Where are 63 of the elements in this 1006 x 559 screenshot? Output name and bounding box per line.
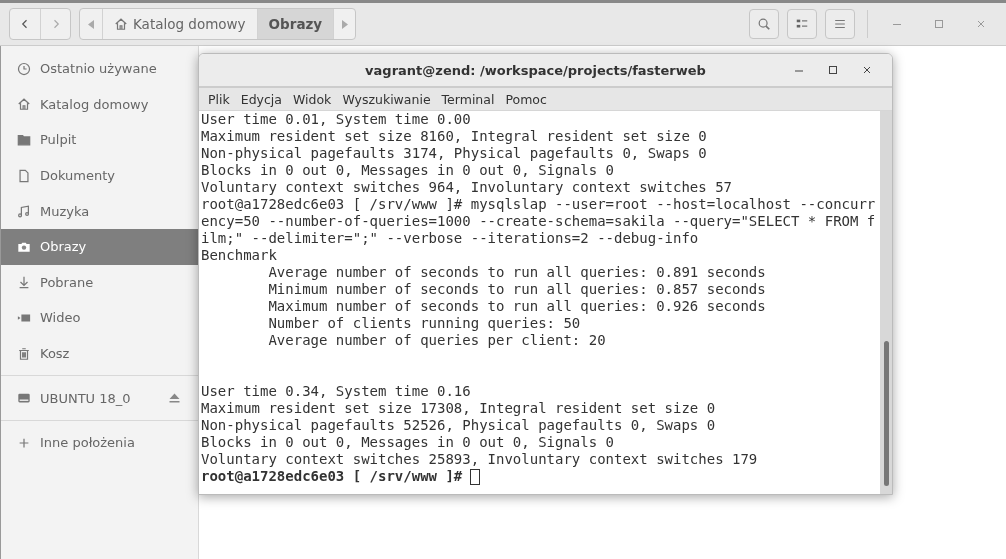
home-icon: [17, 97, 31, 112]
list-view-icon: [795, 17, 809, 31]
triangle-left-icon: [88, 19, 94, 29]
sidebar-item[interactable]: Inne położenia: [1, 424, 198, 461]
sidebar-item[interactable]: UBUNTU 18_0: [1, 380, 198, 416]
sidebar-item[interactable]: Obrazy: [1, 228, 198, 265]
search-button[interactable]: [749, 9, 779, 39]
sidebar-item[interactable]: Wideo: [1, 300, 198, 336]
sidebar-item[interactable]: Kosz: [1, 335, 198, 372]
terminal-prompt: root@a1728edc6e03 [ /srv/www ]#: [201, 468, 463, 485]
menu-icon: [833, 17, 847, 31]
sidebar-item[interactable]: Muzyka: [1, 193, 198, 229]
trash-icon: [17, 346, 31, 361]
sidebar-item[interactable]: Ostatnio używane: [1, 51, 198, 87]
close-icon: [977, 20, 985, 28]
terminal-line: Maximum number of seconds to run all queries: 0.926 seconds: [267, 298, 767, 315]
terminal-line: User time 0.01, System time 0.00: [201, 111, 472, 128]
terminal-line: Benchmark: [201, 247, 278, 264]
terminal-line: Minimum number of seconds to run all queries: 0.857 seconds: [267, 281, 767, 298]
terminal-line: Voluntary context switches 25893, Involuntary context switches 179: [201, 451, 759, 468]
menu-button[interactable]: [825, 9, 855, 39]
menu-item[interactable]: Terminal: [441, 91, 495, 107]
path-button[interactable]: Katalog domowy: [102, 9, 257, 39]
maximize-icon: [934, 19, 944, 29]
terminal-line: Maximum resident set size 17308, Integral resident set size 0: [201, 400, 717, 417]
menu-item[interactable]: Plik: [208, 91, 230, 107]
path-button[interactable]: Obrazy: [256, 9, 334, 39]
music-note-icon: [17, 204, 31, 219]
menu-item[interactable]: Widok: [293, 91, 332, 107]
terminal-line: Average number of seconds to run all queries: 0.891 seconds: [267, 264, 767, 281]
clock-icon: [17, 61, 31, 76]
terminal-line: Non-physical pagefaults 52526, Physical pagefaults 0, Swaps 0: [201, 417, 717, 434]
terminal-line: Blocks in 0 out 0, Messages in 0 out 0, Signals 0: [201, 162, 615, 179]
sidebar-item[interactable]: Katalog domowy: [1, 86, 198, 123]
view-toggle-button[interactable]: [787, 9, 817, 39]
terminal-line: ilm;" --delimiter=";" --verbose --iterations=2 --debug-info: [201, 230, 700, 247]
home-icon: [114, 17, 128, 31]
close-icon: [863, 66, 871, 74]
terminal-line: Maximum resident set size 8160, Integral resident set size 0: [201, 128, 708, 145]
eject-icon: [169, 393, 180, 404]
terminal-line: Number of clients running queries: 50: [267, 315, 582, 332]
menu-item[interactable]: Edycja: [240, 91, 282, 107]
sidebar-item[interactable]: Pobrane: [1, 264, 198, 301]
download-icon: [17, 275, 31, 290]
terminal-line: Voluntary context switches 964, Involuntary context switches 57: [201, 179, 733, 196]
search-icon: [757, 17, 771, 31]
menu-item[interactable]: Wyszukiwanie: [342, 91, 431, 107]
window-title: vagrant@zend: /workspace/projects/fasterweb: [364, 62, 707, 78]
scrollbar[interactable]: [880, 111, 892, 494]
sidebar-item[interactable]: Pulpit: [1, 122, 198, 158]
terminal-line: root@a1728edc6e03 [ /srv/www ]# mysqlslap --user=root --host=localhost --concurr: [201, 196, 877, 213]
document-icon: [17, 168, 31, 183]
terminal-line: Average number of queries per client: 20: [267, 332, 607, 349]
terminal-line: Non-physical pagefaults 3174, Physical pagefaults 0, Swaps 0: [201, 145, 708, 162]
folder-icon: [17, 133, 31, 147]
menu-item[interactable]: Pomoc: [505, 91, 547, 107]
maximize-icon: [828, 65, 838, 75]
text-cursor: [470, 468, 481, 485]
terminal-line: Blocks in 0 out 0, Messages in 0 out 0, Signals 0: [201, 434, 615, 451]
terminal-line: ency=50 --number-of-queries=1000 --create-schema=sakila --query="SELECT * FROM f: [201, 213, 877, 230]
triangle-right-icon: [341, 19, 348, 29]
sidebar-item[interactable]: Dokumenty: [1, 157, 198, 194]
terminal-line: User time 0.34, System time 0.16: [201, 383, 472, 400]
